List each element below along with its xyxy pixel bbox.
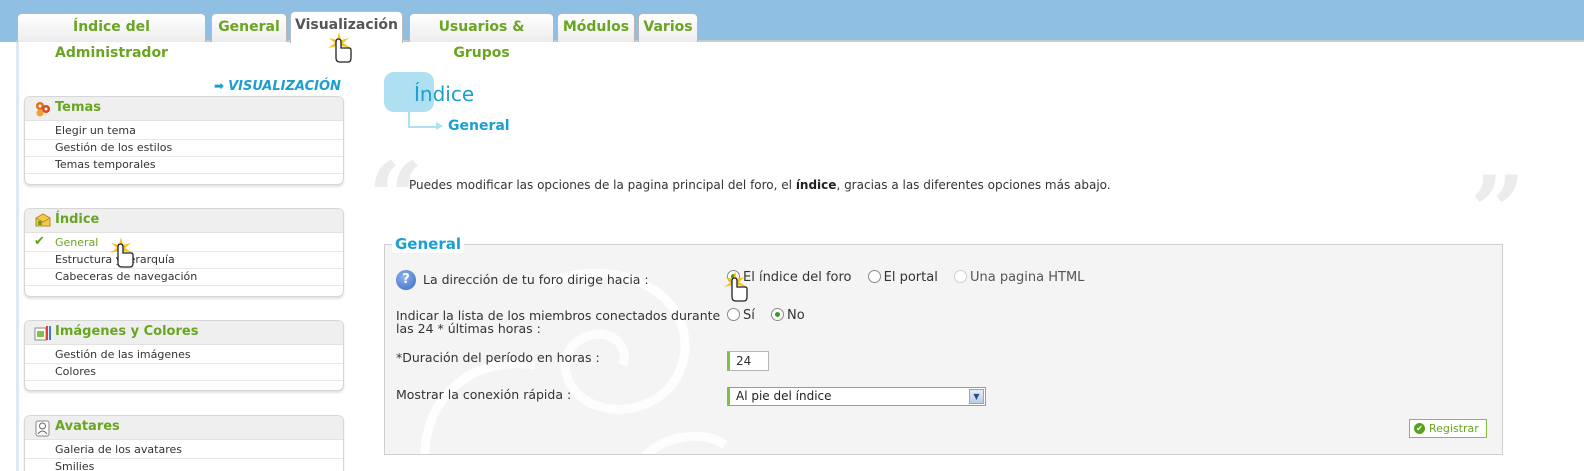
sidebar-section-title: Temas [55, 100, 102, 115]
online-list-option-no[interactable]: No [771, 308, 805, 323]
redirect-option-html-page: Una pagina HTML [953, 270, 1085, 285]
save-button-label: Registrar [1429, 422, 1479, 435]
sidebar-heading: ➡ VISUALIZACIÓN [214, 79, 341, 94]
page-frame-border [16, 42, 19, 471]
duration-input[interactable] [727, 351, 769, 371]
intro-text-part: , gracias a las diferentes opciones más … [836, 178, 1111, 192]
tab-general[interactable]: General [211, 13, 287, 42]
tab-modules[interactable]: Módulos [557, 13, 635, 42]
click-cursor-icon [110, 237, 134, 268]
sidebar-item-label: General [55, 236, 99, 249]
tab-users-groups[interactable]: Usuarios & Grupos [409, 13, 554, 61]
page-subtitle: General [448, 118, 510, 134]
online-list-label: Indicar la lista de los miembros conecta… [396, 309, 720, 335]
sidebar-item-colors[interactable]: Colores [25, 364, 343, 381]
sidebar-heading-label: VISUALIZACIÓN [228, 79, 341, 94]
sidebar-section-header: Imágenes y Colores [25, 321, 343, 345]
help-icon[interactable]: ? [396, 270, 416, 290]
sidebar-item-style-management[interactable]: Gestión de los estilos [25, 140, 343, 157]
sidebar-section-images-colors: Imágenes y Colores Gestión de las imágen… [24, 320, 344, 391]
images-icon [34, 326, 51, 341]
tab-various[interactable]: Varios [638, 13, 698, 42]
sidebar-section-title: Avatares [55, 419, 120, 434]
fieldset-legend: General [392, 235, 464, 253]
radio-button[interactable] [727, 308, 740, 321]
sidebar-section-themes: Temas Elegir un tema Gestión de los esti… [24, 96, 344, 185]
checkmark-icon: ✔ [34, 234, 45, 249]
click-cursor-icon [724, 271, 748, 302]
sidebar-item-general[interactable]: ✔ General [25, 234, 343, 252]
quick-login-value: Al pie del índice [736, 389, 832, 403]
click-cursor-icon [328, 32, 352, 63]
open-quote-icon: “ [368, 141, 424, 254]
page-title: Índice [414, 82, 475, 106]
sidebar-section-title: Índice [55, 212, 100, 227]
sidebar-section-header: Índice [25, 209, 343, 233]
sidebar-item-smilies[interactable]: Smilies [25, 459, 343, 471]
sidebar-item-image-management[interactable]: Gestión de las imágenes [25, 347, 343, 364]
radio-label: No [787, 308, 805, 323]
intro-text-part: Puedes modificar las opciones de la pagi… [409, 178, 796, 192]
sidebar-item-choose-theme[interactable]: Elegir un tema [25, 123, 343, 140]
online-list-label-line: las 24 * últimas horas : [396, 321, 541, 336]
breadcrumb-arrow-icon [436, 122, 443, 130]
radio-button[interactable] [867, 270, 881, 283]
sidebar-section-header: Temas [25, 97, 343, 121]
sidebar-section-avatars: Avatares Galeria de los avatares Smilies [24, 415, 344, 471]
palette-icon [36, 102, 50, 117]
folder-icon [35, 213, 51, 227]
radio-button [953, 270, 967, 283]
sidebar-section-index: Índice ✔ General Estructura y jerarquía C… [24, 208, 344, 297]
quick-login-select[interactable]: Al pie del índice ▼ [727, 387, 986, 406]
sidebar-item-structure-hierarchy[interactable]: Estructura y jerarquía [25, 252, 343, 269]
intro-text-bold: índice [795, 178, 837, 192]
redirect-label: La dirección de tu foro dirige hacia : [423, 272, 649, 287]
duration-label: *Duración del período en horas : [396, 350, 600, 365]
radio-label: Sí [743, 308, 755, 323]
radio-label: El índice del foro [743, 270, 852, 285]
sidebar-item-temporary-themes[interactable]: Temas temporales [25, 157, 343, 174]
radio-label: El portal [883, 270, 938, 285]
radio-button[interactable] [771, 308, 785, 321]
redirect-radio-group: El índice del foro El portal Una pagina … [727, 270, 1096, 285]
intro-text: Puedes modificar las opciones de la pagi… [409, 178, 1111, 192]
breadcrumb-connector [408, 112, 438, 128]
chevron-down-icon[interactable]: ▼ [969, 389, 984, 404]
sidebar-section-header: Avatares [25, 416, 343, 440]
avatar-icon [35, 420, 50, 437]
tab-admin-index[interactable]: Índice del Administrador [17, 13, 206, 61]
sidebar-item-avatar-gallery[interactable]: Galeria de los avatares [25, 442, 343, 459]
check-circle-icon: ✔ [1414, 423, 1425, 434]
radio-label: Una pagina HTML [969, 270, 1085, 285]
online-list-option-yes[interactable]: Sí [727, 308, 755, 323]
sidebar-section-title: Imágenes y Colores [55, 324, 199, 339]
arrow-right-icon: ➡ [214, 79, 225, 93]
redirect-option-portal[interactable]: El portal [867, 270, 938, 285]
save-button[interactable]: ✔ Registrar [1409, 419, 1487, 438]
online-list-radio-group: Sí No [727, 308, 817, 323]
quick-login-label: Mostrar la conexión rápida : [396, 387, 572, 402]
sidebar-item-navigation-headers[interactable]: Cabeceras de navegación [25, 269, 343, 286]
